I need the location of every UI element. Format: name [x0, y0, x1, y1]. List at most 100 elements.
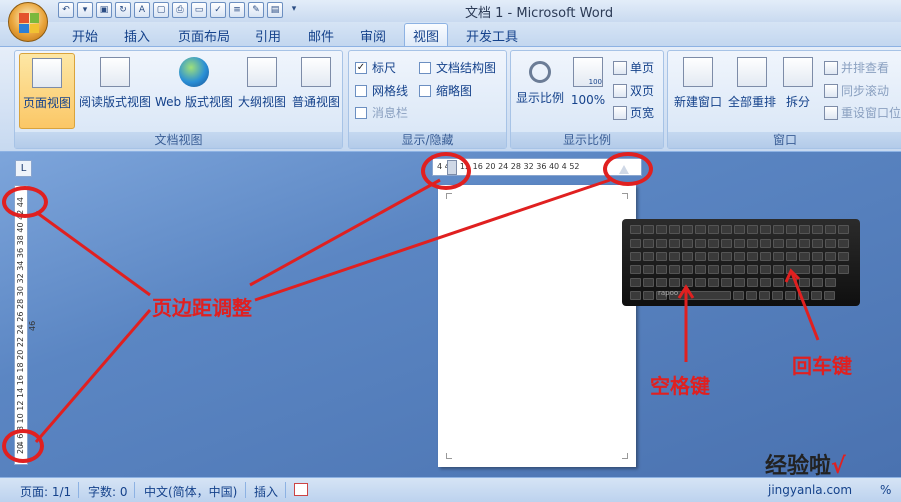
zoom-100-button[interactable]: 100 100% [568, 53, 608, 129]
tab-page-layout[interactable]: 页面布局 [178, 26, 230, 45]
print-layout-label: 页面视图 [22, 96, 71, 110]
one-page-label: 单页 [630, 61, 655, 75]
new-window-label: 新建窗口 [673, 95, 722, 109]
annotation-circle-top-margin [2, 186, 48, 218]
redo-icon[interactable]: ↻ [115, 2, 131, 18]
quick-access-toolbar: ↶ ▾ ▣ ↻ A ▢ ⎙ ▭ ✓ ≡ ✎ ▤ ▾ [58, 2, 302, 20]
annotation-margin-adjust: 页边距调整 [152, 296, 252, 320]
thumbnails-check-icon [419, 84, 431, 97]
web-layout-icon [179, 57, 209, 87]
magnifier-icon [529, 61, 551, 83]
zoom-button[interactable]: 显示比例 [514, 53, 566, 129]
group-document-views: 页面视图 阅读版式视图 Web 版式视图 大纲视图 普通视图 文档视图 [14, 50, 343, 149]
document-map-check-icon [419, 61, 431, 74]
annotation-space-key: 空格键 [650, 374, 710, 398]
gridlines-label: 网格线 [372, 84, 409, 98]
open-folder-icon[interactable]: ▭ [191, 2, 207, 18]
document-map-checkbox[interactable]: 文档结构图 [419, 59, 496, 76]
page-width-button[interactable]: 页宽 [613, 104, 654, 121]
split-label: 拆分 [785, 95, 810, 109]
tab-home[interactable]: 开始 [72, 26, 98, 45]
outline-button[interactable]: 大纲视图 [235, 53, 289, 129]
tab-view[interactable]: 视图 [404, 23, 449, 47]
annotation-enter-key: 回车键 [792, 354, 852, 378]
macro-record-icon[interactable] [294, 483, 308, 496]
message-bar-checkbox: 消息栏 [355, 104, 408, 121]
tab-developer[interactable]: 开发工具 [466, 26, 518, 45]
edit-icon[interactable]: ✎ [248, 2, 264, 18]
zoom-100-label: 100% [570, 93, 606, 107]
annotation-circle-left-margin [421, 152, 471, 190]
full-screen-reading-button[interactable]: 阅读版式视图 [77, 53, 153, 129]
arrange-all-button[interactable]: 全部重排 [726, 53, 778, 129]
font-icon[interactable]: A [134, 2, 150, 18]
print-preview-icon[interactable]: ⎙ [172, 2, 188, 18]
tab-mailings[interactable]: 邮件 [308, 26, 334, 45]
undo-icon[interactable]: ↶ [58, 2, 74, 18]
web-layout-button[interactable]: Web 版式视图 [153, 53, 235, 129]
message-bar-label: 消息栏 [372, 106, 409, 120]
outline-label: 大纲视图 [237, 95, 286, 109]
office-button[interactable] [8, 2, 48, 42]
keyboard-brand: rapoo [658, 289, 679, 297]
status-word-count[interactable]: 字数: 0 [88, 483, 128, 500]
two-pages-icon [613, 83, 627, 98]
one-page-button[interactable]: 单页 [613, 59, 654, 76]
split-button[interactable]: 拆分 [778, 53, 818, 129]
reading-view-label: 阅读版式视图 [78, 95, 151, 109]
status-insert-mode[interactable]: 插入 [254, 483, 278, 500]
tab-selector-button[interactable]: L [15, 160, 32, 177]
page-width-label: 页宽 [630, 106, 655, 120]
ruler-label: 标尺 [372, 61, 397, 75]
watermark-check-icon: √ [831, 454, 846, 479]
status-page[interactable]: 页面: 1/1 [20, 483, 71, 500]
new-window-button[interactable]: 新建窗口 [670, 53, 726, 129]
page-icon[interactable]: ≡ [229, 2, 245, 18]
document-page[interactable] [438, 185, 636, 467]
two-pages-button[interactable]: 双页 [613, 82, 654, 99]
annotation-circle-bottom-margin [2, 429, 44, 463]
gridlines-checkbox[interactable]: 网格线 [355, 82, 408, 99]
split-icon [783, 57, 813, 87]
reading-view-icon [100, 57, 130, 87]
status-zoom[interactable]: % [880, 483, 891, 497]
new-doc-icon[interactable]: ▢ [153, 2, 169, 18]
paste-icon[interactable]: ▤ [267, 2, 283, 18]
status-separator [134, 482, 135, 498]
enter-key [786, 265, 810, 274]
thumbnails-checkbox[interactable]: 缩略图 [419, 82, 472, 99]
page-width-icon [613, 105, 627, 120]
vertical-ruler[interactable]: 2 4 6 8 10 12 14 16 18 20 22 24 26 28 30… [14, 185, 37, 465]
outline-icon [247, 57, 277, 87]
undo-dropdown-icon[interactable]: ▾ [77, 2, 93, 18]
arrange-all-icon [737, 57, 767, 87]
margin-corner-bottom-left [446, 453, 452, 459]
sync-scroll-button: 同步滚动 [824, 82, 889, 99]
view-side-by-side-button: 并排查看 [824, 59, 889, 76]
status-separator [285, 482, 286, 498]
side-by-side-icon [824, 60, 838, 75]
reset-position-label: 重设窗口位 [841, 106, 901, 120]
save-icon[interactable]: ▣ [96, 2, 112, 18]
arrange-all-label: 全部重排 [727, 95, 776, 109]
group-label-document-views: 文档视图 [15, 132, 342, 148]
ribbon-tabs: 开始 插入 页面布局 引用 邮件 审阅 视图 开发工具 [0, 22, 901, 47]
print-layout-icon [32, 58, 62, 88]
ruler-checkbox[interactable]: ✓ 标尺 [355, 59, 396, 76]
status-separator [78, 482, 79, 498]
customize-qat-icon[interactable]: ▾ [286, 2, 302, 18]
two-pages-label: 双页 [630, 84, 655, 98]
tab-insert[interactable]: 插入 [124, 26, 150, 45]
tab-review[interactable]: 审阅 [360, 26, 386, 45]
tab-references[interactable]: 引用 [255, 26, 281, 45]
margin-corner-bottom-right [622, 453, 628, 459]
watermark: 经验啦√ [765, 448, 846, 480]
status-language[interactable]: 中文(简体，中国) [144, 483, 237, 500]
spelling-icon[interactable]: ✓ [210, 2, 226, 18]
one-page-icon [613, 60, 627, 75]
draft-button[interactable]: 普通视图 [289, 53, 343, 129]
gridlines-check-icon [355, 84, 367, 97]
print-layout-button[interactable]: 页面视图 [19, 53, 75, 129]
web-layout-label: Web 版式视图 [155, 95, 233, 109]
margin-corner-top-right [622, 193, 628, 199]
